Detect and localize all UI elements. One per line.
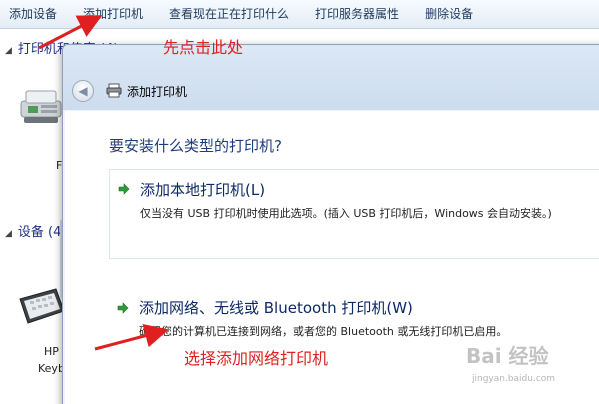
back-button[interactable]: ◀ (72, 80, 94, 102)
add-network-printer-option[interactable]: 添加网络、无线或 Bluetooth 打印机(W) (139, 297, 413, 318)
watermark-url: jingyan.baidu.com (472, 374, 556, 384)
dialog-titlebar: ◀ 添加打印机 (63, 45, 599, 110)
keyboard-device-label-line2: Keyb (38, 362, 65, 375)
print-server-properties-button[interactable]: 打印服务器属性 (315, 0, 399, 29)
printer-type-question: 要安装什么类型的打印机? (109, 137, 282, 155)
add-printer-button[interactable]: 添加打印机 (83, 0, 143, 29)
green-arrow-icon (118, 183, 130, 195)
add-network-printer-description: 确保您的计算机已连接到网络，或者您的 Bluetooth 或无线打印机已启用。 (139, 325, 508, 338)
annotation-step2: 选择添加网络打印机 (184, 349, 329, 368)
add-device-button[interactable]: 添加设备 (9, 0, 57, 29)
printer-icon (106, 83, 122, 98)
screenshot-root: 添加设备 添加打印机 查看现在正在打印什么 打印服务器属性 删除设备 ◢ 打印机和… (0, 0, 599, 404)
keyboard-device-label-line1: HP (44, 345, 59, 358)
collapse-triangle-icon: ◢ (5, 46, 12, 56)
add-local-printer-description: 仅当没有 USB 打印机时使用此选项。(插入 USB 打印机后，Windows … (140, 207, 552, 220)
collapse-triangle-icon: ◢ (5, 229, 12, 239)
add-local-printer-option[interactable]: 添加本地打印机(L) 仅当没有 USB 打印机时使用此选项。(插入 USB 打印… (109, 169, 599, 259)
remove-device-button[interactable]: 删除设备 (425, 0, 473, 29)
add-local-printer-title: 添加本地打印机(L) (140, 181, 266, 199)
see-whats-printing-button[interactable]: 查看现在正在打印什么 (169, 0, 289, 29)
fax-printer-icon[interactable] (18, 79, 68, 129)
watermark: Bai 经验 jingyan.baidu.com (466, 340, 596, 400)
back-arrow-icon: ◀ (78, 84, 88, 98)
watermark-logo: Bai 经验 (466, 344, 549, 368)
dialog-title: 添加打印机 (127, 85, 188, 99)
devices-group-header[interactable]: ◢ 设备 (4) (5, 221, 66, 240)
command-toolbar: 添加设备 添加打印机 查看现在正在打印什么 打印服务器属性 删除设备 (0, 0, 599, 29)
annotation-step1: 先点击此处 (163, 38, 244, 57)
green-arrow-icon (117, 302, 129, 314)
